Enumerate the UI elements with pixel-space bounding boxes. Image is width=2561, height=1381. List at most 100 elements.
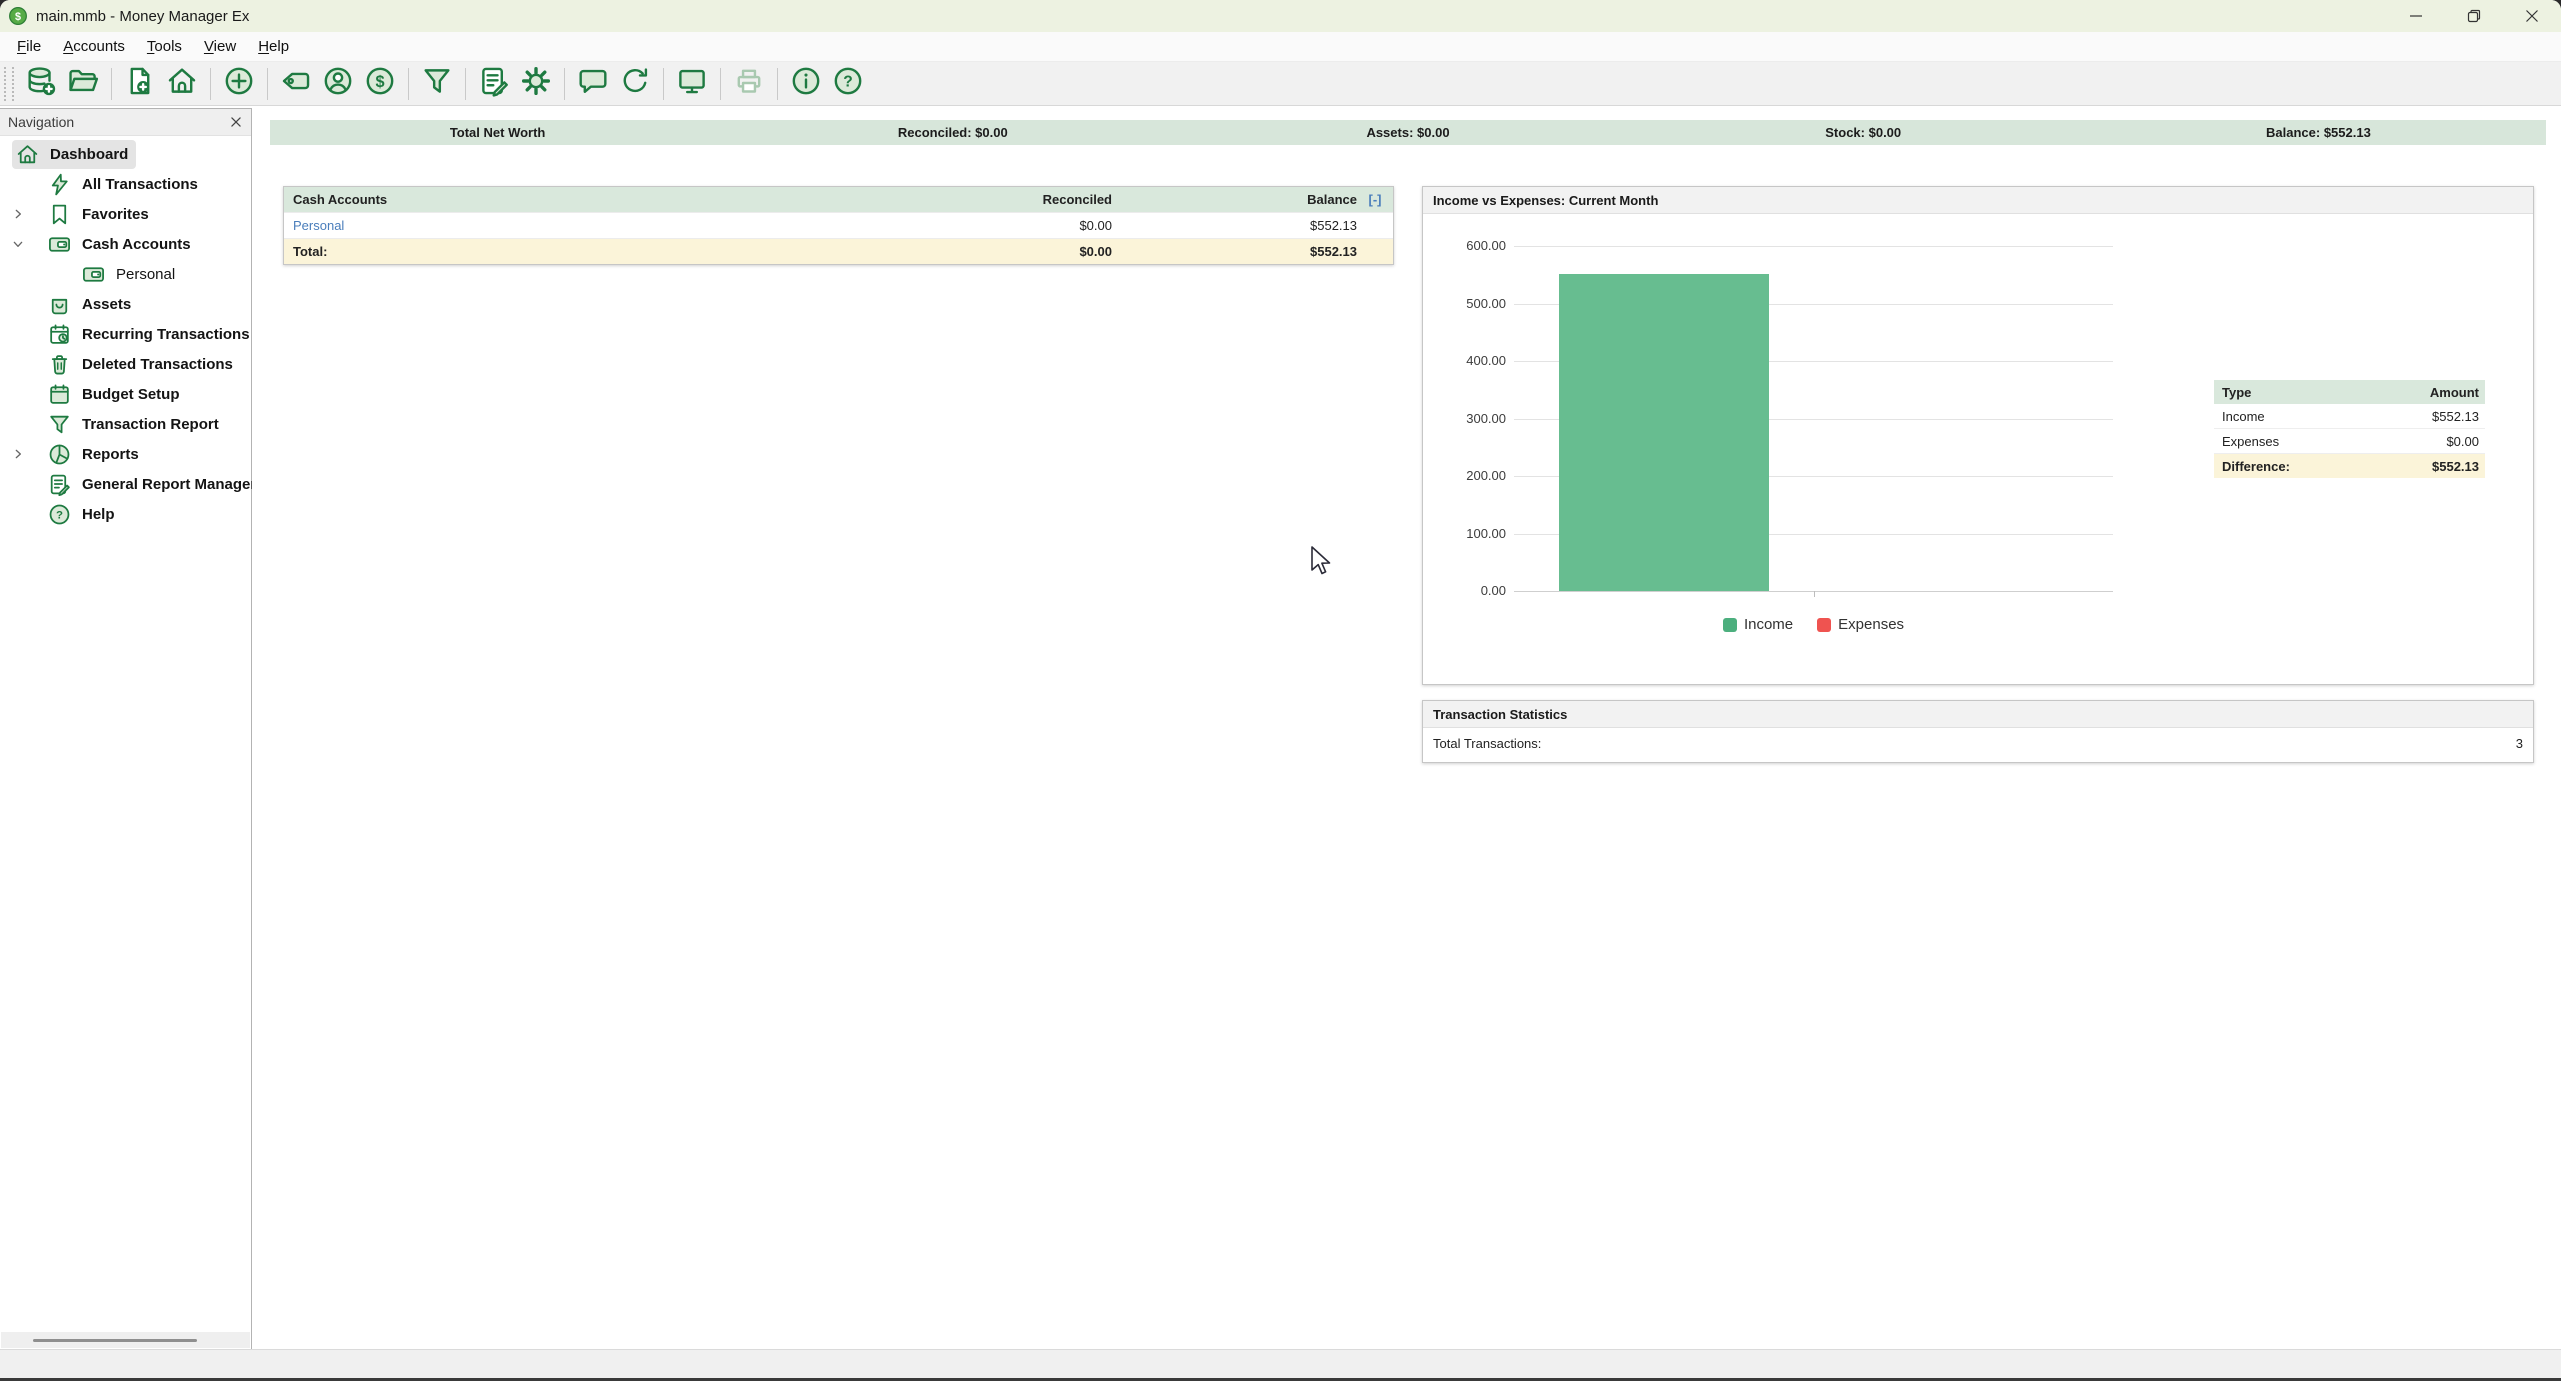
menu-accounts[interactable]: Accounts xyxy=(52,34,136,59)
calendar-clock-icon xyxy=(47,322,72,347)
toolbar-separator xyxy=(720,68,721,100)
help-circle-icon: ? xyxy=(831,64,865,103)
new-database-button[interactable] xyxy=(20,64,62,104)
summary-assets: Assets: $0.00 xyxy=(1180,125,1635,140)
difference-row: Difference: $552.13 xyxy=(2214,454,2485,478)
new-transaction-button[interactable] xyxy=(218,64,260,104)
bookmark-icon xyxy=(47,202,72,227)
bar-income xyxy=(1559,274,1769,591)
sidebar-item-personal[interactable]: Personal xyxy=(0,259,251,289)
sidebar-item-dashboard[interactable]: Dashboard xyxy=(0,139,251,169)
chevron-right-icon[interactable] xyxy=(10,206,26,222)
close-button[interactable] xyxy=(2503,0,2561,32)
lightning-icon xyxy=(47,172,72,197)
menu-bar: FileAccountsToolsViewHelp xyxy=(0,32,2561,62)
cash-accounts-total-row: Total: $0.00 $552.13 xyxy=(284,238,1393,264)
chevron-right-icon[interactable] xyxy=(10,446,26,462)
file-add-icon xyxy=(123,64,157,103)
reconciled-column-header: Reconciled xyxy=(897,192,1112,207)
minimize-button[interactable] xyxy=(2387,0,2445,32)
svg-text:?: ? xyxy=(843,74,853,91)
total-balance-value: $552.13 xyxy=(1112,244,1357,259)
wallet-icon xyxy=(81,262,106,287)
collapse-panel-link[interactable]: [-] xyxy=(1369,192,1382,207)
toolbar-separator xyxy=(564,68,565,100)
pie-chart-icon xyxy=(47,442,72,467)
navigation-header: Navigation xyxy=(0,109,251,136)
options-button[interactable] xyxy=(515,64,557,104)
about-button[interactable] xyxy=(785,64,827,104)
sidebar-item-transaction-report[interactable]: Transaction Report xyxy=(0,409,251,439)
categories-button[interactable] xyxy=(275,64,317,104)
fullscreen-button[interactable] xyxy=(671,64,713,104)
sidebar-item-budget-setup[interactable]: Budget Setup xyxy=(0,379,251,409)
speech-bubble-icon xyxy=(576,64,610,103)
refresh-icon xyxy=(618,64,652,103)
sidebar-item-recurring-transactions[interactable]: Recurring Transactions xyxy=(0,319,251,349)
window-title: main.mmb - Money Manager Ex xyxy=(36,8,249,25)
menu-view[interactable]: View xyxy=(193,34,247,59)
y-axis-tick-label: 300.00 xyxy=(1423,411,1506,426)
chart-legend: IncomeExpenses xyxy=(1514,616,2113,633)
total-reconciled-value: $0.00 xyxy=(897,244,1112,259)
y-axis-tick-label: 0.00 xyxy=(1423,583,1506,598)
bag-icon xyxy=(47,292,72,317)
sidebar-item-reports[interactable]: Reports xyxy=(0,439,251,469)
payees-button[interactable] xyxy=(317,64,359,104)
close-icon[interactable] xyxy=(229,115,243,129)
chevron-down-icon[interactable] xyxy=(10,236,26,252)
menu-tools[interactable]: Tools xyxy=(136,34,193,59)
help-button[interactable]: ? xyxy=(827,64,869,104)
funnel-icon xyxy=(420,64,454,103)
toolbar-separator xyxy=(408,68,409,100)
sidebar-item-label: Cash Accounts xyxy=(82,236,191,253)
amount-column-header: Amount xyxy=(2369,385,2485,400)
menu-file[interactable]: File xyxy=(6,34,52,59)
sidebar-item-favorites[interactable]: Favorites xyxy=(0,199,251,229)
home-icon xyxy=(15,142,40,167)
y-axis-tick-label: 600.00 xyxy=(1423,238,1506,253)
sidebar-item-label: Personal xyxy=(116,266,175,283)
sidebar-item-all-transactions[interactable]: All Transactions xyxy=(0,169,251,199)
total-transactions-row: Total Transactions: 3 xyxy=(1423,728,2533,758)
sidebar-item-label: Assets xyxy=(82,296,131,313)
sidebar-item-help[interactable]: ?Help xyxy=(0,499,251,529)
feedback-button[interactable] xyxy=(572,64,614,104)
sidebar-item-cash-accounts[interactable]: Cash Accounts xyxy=(0,229,251,259)
sidebar-item-label: Dashboard xyxy=(50,146,128,163)
general-report-manager-button[interactable] xyxy=(473,64,515,104)
dashboard-button[interactable] xyxy=(161,64,203,104)
menu-help[interactable]: Help xyxy=(247,34,300,59)
y-axis-tick-label: 500.00 xyxy=(1423,296,1506,311)
income-vs-expenses-title: Income vs Expenses: Current Month xyxy=(1423,187,2533,214)
summary-balance: Balance: $552.13 xyxy=(2091,125,2546,140)
transaction-statistics-title: Transaction Statistics xyxy=(1423,701,2533,728)
sidebar-item-label: Favorites xyxy=(82,206,149,223)
hscrollbar-thumb[interactable] xyxy=(33,1339,197,1342)
open-database-button[interactable] xyxy=(62,64,104,104)
app-window: $ main.mmb - Money Manager Ex FileAccoun… xyxy=(0,0,2561,1381)
sidebar-item-label: All Transactions xyxy=(82,176,198,193)
main-area: Total Net WorthReconciled: $0.00Assets: … xyxy=(252,106,2561,1350)
monitor-icon xyxy=(675,64,709,103)
currencies-button[interactable]: $ xyxy=(359,64,401,104)
toolbar-drag-handle[interactable] xyxy=(4,67,14,101)
tag-icon xyxy=(279,64,313,103)
account-link-personal[interactable]: Personal xyxy=(293,218,344,233)
help-circle-icon: ? xyxy=(47,502,72,527)
toolbar-separator xyxy=(777,68,778,100)
sidebar-item-label: Budget Setup xyxy=(82,386,180,403)
sidebar-item-deleted-transactions[interactable]: Deleted Transactions xyxy=(0,349,251,379)
refresh-button[interactable] xyxy=(614,64,656,104)
y-axis-tick-label: 400.00 xyxy=(1423,353,1506,368)
transaction-filter-button[interactable] xyxy=(416,64,458,104)
sidebar-item-general-report-manager[interactable]: General Report Manager xyxy=(0,469,251,499)
maximize-button[interactable] xyxy=(2445,0,2503,32)
new-account-button[interactable] xyxy=(119,64,161,104)
legend-swatch xyxy=(1723,618,1737,632)
status-bar xyxy=(0,1349,2561,1378)
printer-icon xyxy=(732,64,766,103)
cash-accounts-panel: Cash Accounts Reconciled Balance [-] Per… xyxy=(283,186,1394,265)
toolbar-separator xyxy=(663,68,664,100)
sidebar-item-assets[interactable]: Assets xyxy=(0,289,251,319)
